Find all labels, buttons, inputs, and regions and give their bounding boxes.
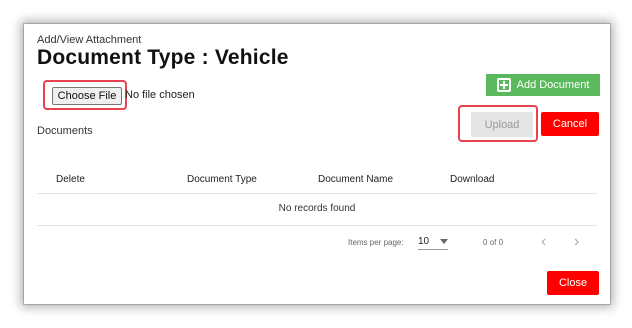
attachment-dialog: Add/View Attachment Document Type : Vehi… (28, 28, 606, 300)
page-size-select[interactable]: 10 (418, 234, 448, 250)
paginator-range: 0 of 0 (483, 238, 504, 247)
empty-table-message: No records found (37, 198, 597, 226)
cancel-button[interactable]: Cancel (541, 112, 599, 136)
close-button[interactable]: Close (547, 271, 599, 295)
dialog-subtitle: Add/View Attachment (37, 34, 142, 46)
dialog-title: Document Type : Vehicle (37, 46, 289, 69)
table-header: Delete Document Type Document Name Downl… (37, 168, 597, 194)
previous-page-icon[interactable]: ‹ (541, 234, 546, 250)
add-document-label: Add Document (516, 79, 590, 91)
next-page-icon[interactable]: › (574, 234, 579, 250)
column-header-document-type[interactable]: Document Type (187, 174, 257, 185)
column-header-document-name[interactable]: Document Name (318, 174, 393, 185)
column-header-delete[interactable]: Delete (56, 174, 85, 185)
upload-button[interactable]: Upload (471, 112, 533, 137)
page-size-value: 10 (418, 236, 430, 247)
add-document-icon (496, 78, 511, 92)
documents-label: Documents (37, 125, 93, 137)
items-per-page-label: Items per page: (348, 238, 404, 247)
choose-file-button[interactable]: Choose File (52, 87, 122, 105)
add-document-button[interactable]: Add Document (486, 74, 600, 96)
screenshot-frame: Add/View Attachment Document Type : Vehi… (24, 24, 610, 304)
chevron-down-icon (440, 239, 448, 244)
column-header-download[interactable]: Download (450, 174, 494, 185)
file-status: No file chosen (125, 89, 195, 101)
